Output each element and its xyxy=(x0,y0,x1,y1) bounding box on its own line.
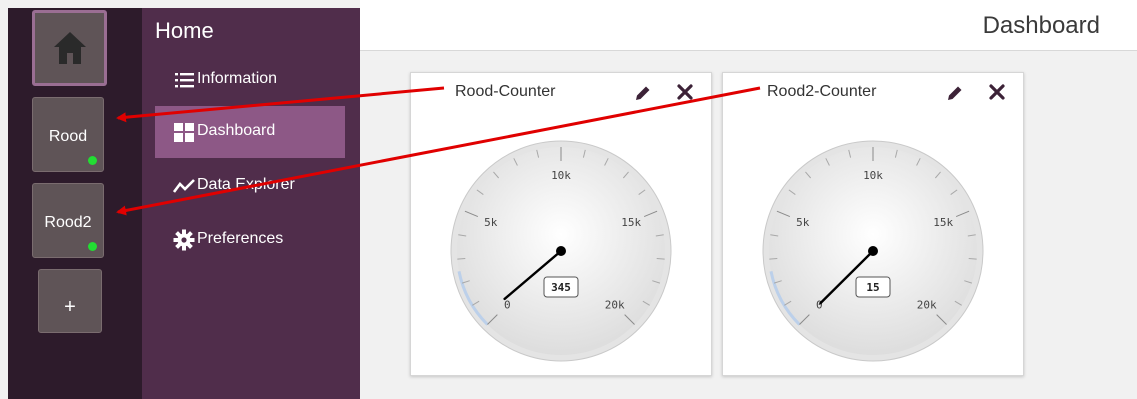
add-device-button[interactable]: + xyxy=(38,269,102,333)
menu-title: Home xyxy=(155,18,214,43)
widget-title: Rood-Counter xyxy=(455,83,556,100)
add-label: + xyxy=(64,296,76,318)
gauge-tick-label: 20k xyxy=(605,299,625,312)
device-label: Rood xyxy=(48,128,88,145)
menu-item-preferences[interactable]: Preferences xyxy=(155,214,345,266)
device-label: Rood2 xyxy=(44,214,92,231)
widget-title: Rood2-Counter xyxy=(767,83,877,100)
gauge-tick-label: 0 xyxy=(504,299,511,312)
edit-icon[interactable] xyxy=(633,83,653,103)
menu-item-data-explorer[interactable]: Data Explorer xyxy=(155,160,345,212)
status-indicator xyxy=(88,242,97,251)
gauge: 05k10k15k20k15 xyxy=(762,140,984,362)
list-icon xyxy=(175,73,194,88)
gauge-value-label: 15 xyxy=(866,281,879,294)
gauge-tick-label: 10k xyxy=(551,169,571,182)
device-tile-rood2[interactable]: Rood2 xyxy=(32,183,104,258)
gauge-tick-label: 5k xyxy=(484,216,498,229)
gauge-value-label: 345 xyxy=(551,281,571,294)
widget-card: Rood2-Counter 0 5k 10k 15k 20k 15 xyxy=(722,72,1024,376)
home-button[interactable] xyxy=(32,10,107,86)
home-icon xyxy=(54,32,86,64)
gauge-pivot xyxy=(556,246,566,256)
menu-item-label: Dashboard xyxy=(197,122,276,139)
gear-icon xyxy=(173,229,195,251)
gauge-tick-label: 15k xyxy=(621,216,641,229)
gauge-tick-label: 5k xyxy=(796,216,810,229)
close-icon[interactable] xyxy=(675,82,695,102)
gauge-pivot xyxy=(868,246,878,256)
menu-item-label: Information xyxy=(197,70,278,87)
dashboard-icon xyxy=(174,123,194,142)
gauge-tick-label: 15k xyxy=(933,216,953,229)
menu-item-label: Data Explorer xyxy=(197,176,295,193)
gauge-tick-label: 10k xyxy=(863,169,883,182)
close-icon[interactable] xyxy=(987,82,1007,102)
top-bar: Dashboard xyxy=(360,0,1137,51)
edit-icon[interactable] xyxy=(945,83,965,103)
gauge-tick xyxy=(968,258,977,260)
widget-card: Rood-Counter 0 5k 10k 15k 20k 345 xyxy=(410,72,712,376)
status-indicator xyxy=(88,156,97,165)
device-tile-rood[interactable]: Rood xyxy=(32,97,104,172)
gauge: 0 5k 10k 15k 20k 345 xyxy=(450,140,672,362)
menu-item-label: Preferences xyxy=(197,230,284,247)
chart-line-icon xyxy=(173,179,195,193)
gauge-tick-label: 20k xyxy=(917,299,937,312)
gauge-tick xyxy=(769,258,778,260)
menu-item-information[interactable]: Information xyxy=(155,54,345,106)
page-title: Dashboard xyxy=(982,12,1100,39)
gauge-tick xyxy=(457,258,466,260)
menu-item-dashboard[interactable]: Dashboard xyxy=(155,106,345,158)
gauge-tick xyxy=(656,258,665,260)
